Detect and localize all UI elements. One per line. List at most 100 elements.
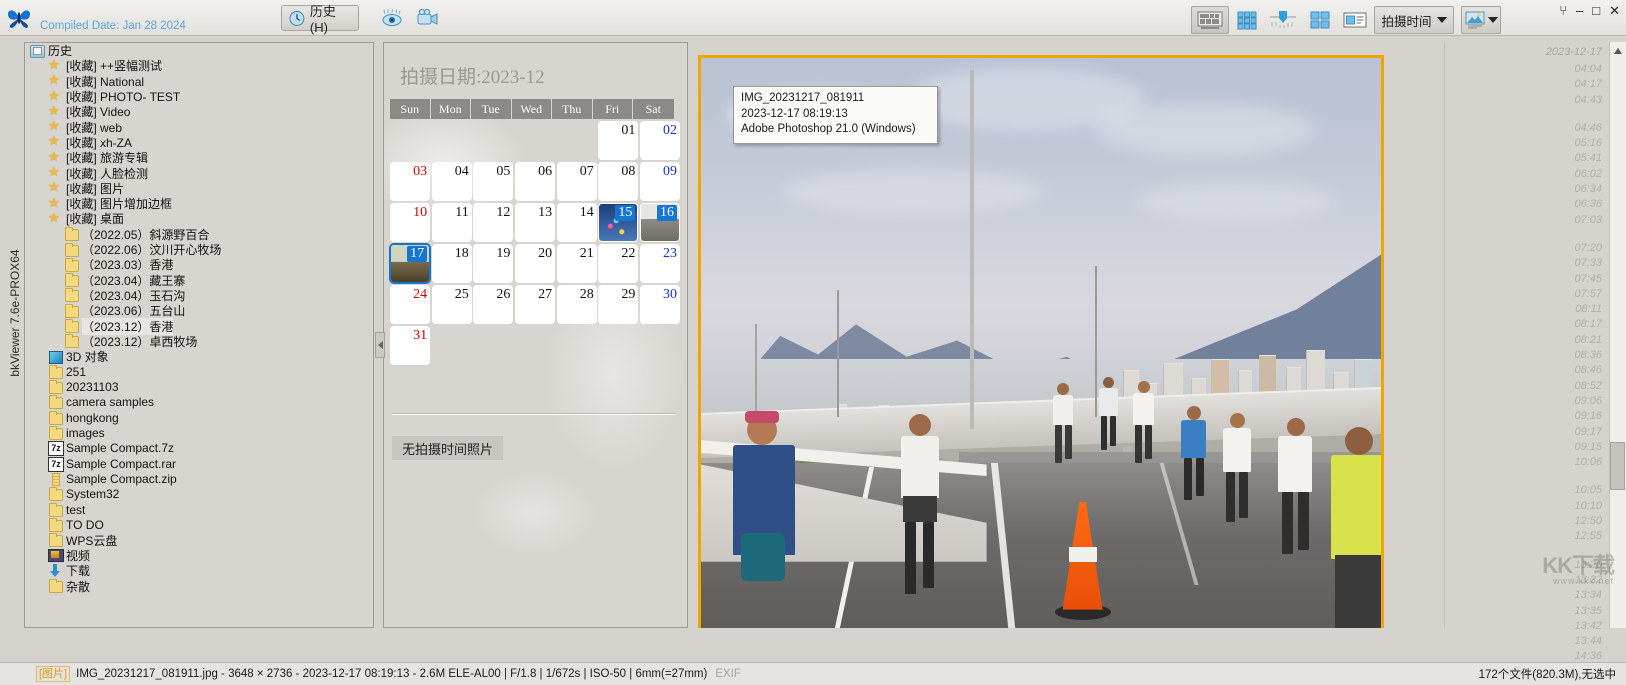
tree-item[interactable]: camera samples <box>25 395 373 410</box>
timeline-entry[interactable]: 07:33 <box>1462 256 1602 271</box>
tree-item[interactable]: [收藏] 旅游专辑 <box>25 149 373 166</box>
calendar-panel[interactable]: 拍摄日期:2023-12 Sun Mon Tue Wed Thu Fri Sat 01 02 0… <box>383 42 688 628</box>
tree-item[interactable]: 251 <box>25 364 373 379</box>
tree-item[interactable]: Sample Compact.rar <box>25 456 373 472</box>
timeline-entry[interactable]: 07:20 <box>1462 241 1602 256</box>
exif-button[interactable]: EXIF <box>715 668 741 680</box>
timeline-entry[interactable]: 08:52 <box>1462 379 1602 394</box>
grid-view-button[interactable] <box>1232 6 1262 34</box>
timeline-entry[interactable]: 07:57 <box>1462 287 1602 302</box>
timeline-entry[interactable]: 05:41 <box>1462 151 1602 166</box>
timeline-entry[interactable]: 08:11 <box>1462 302 1602 317</box>
calendar-day-cell[interactable]: 04 <box>431 162 472 201</box>
history-button[interactable]: 历史(H) <box>281 4 359 35</box>
tree-item[interactable]: [收藏] 图片 <box>25 179 373 196</box>
calendar-day-cell[interactable]: 06 <box>514 162 556 201</box>
tree-item[interactable]: [收藏] web <box>25 118 373 135</box>
view-dropdown[interactable] <box>1461 6 1501 34</box>
panel-collapse-handle[interactable] <box>375 332 385 358</box>
tree-item[interactable]: [收藏] xh-ZA <box>25 133 373 150</box>
timeline-entry[interactable]: 12:50 <box>1462 514 1602 529</box>
timeline-entry[interactable]: 05:16 <box>1462 136 1602 151</box>
tree-item[interactable]: （2023.06）五台山 <box>25 303 373 318</box>
scroll-up-arrow-icon[interactable] <box>1610 43 1625 58</box>
calendar-day-cell[interactable]: 27 <box>514 285 556 324</box>
tree-item[interactable]: （2023.04）玉石沟 <box>25 288 373 303</box>
calendar-day-cell[interactable]: 14 <box>556 203 597 242</box>
timeline-entry[interactable]: 09:17 <box>1462 425 1602 440</box>
sort-dropdown[interactable]: 拍摄时间 <box>1374 6 1454 34</box>
tree-item[interactable]: System32 <box>25 487 373 502</box>
tree-item[interactable]: 20231103 <box>25 380 373 395</box>
calendar-day-cell[interactable]: 31 <box>390 326 431 365</box>
tree-item[interactable]: [收藏] Video <box>25 103 373 120</box>
maximize-button[interactable]: □ <box>1592 4 1600 17</box>
tree-item[interactable]: （2023.04）藏王寨 <box>25 272 373 288</box>
calendar-day-cell[interactable]: 12 <box>473 203 514 242</box>
timeline-entry[interactable]: 10:05 <box>1462 483 1602 498</box>
tree-item[interactable]: Sample Compact.7z <box>25 441 373 457</box>
tree-item[interactable]: WPS云盘 <box>25 533 373 548</box>
no-shoot-time-button[interactable]: 无拍摄时间照片 <box>392 436 504 460</box>
detail-view-button[interactable] <box>1339 6 1371 34</box>
timeline-entry[interactable]: 06:02 <box>1462 167 1602 182</box>
timeline-entry[interactable]: 08:21 <box>1462 333 1602 348</box>
video-button[interactable] <box>413 5 443 31</box>
tree-item[interactable]: [收藏] 图片增加边框 <box>25 195 373 212</box>
minimize-button[interactable]: – <box>1576 4 1583 17</box>
calendar-day-cell[interactable]: 01 <box>598 121 639 160</box>
calendar-day-cell[interactable]: 09 <box>639 162 680 201</box>
timeline-entry[interactable]: 04:43 <box>1462 93 1602 108</box>
tree-item[interactable]: 3D 对象 <box>25 349 373 364</box>
eye-preview-button[interactable] <box>377 5 407 31</box>
tree-item[interactable]: 杂散 <box>25 578 373 594</box>
calendar-day-cell[interactable]: 25 <box>431 285 472 324</box>
tree-item[interactable]: [收藏] 桌面 <box>25 210 373 227</box>
timeline-entry[interactable]: 13:34 <box>1462 588 1602 603</box>
timeline-entry[interactable]: 08:17 <box>1462 317 1602 332</box>
calendar-day-cell[interactable]: 02 <box>639 121 680 160</box>
close-button[interactable]: ✕ <box>1609 4 1620 17</box>
tree-item[interactable]: [收藏] PHOTO- TEST <box>25 88 373 105</box>
timeline-entry[interactable]: 10:06 <box>1462 455 1602 470</box>
calendar-day-cell[interactable]: 08 <box>598 162 639 201</box>
tree-item[interactable]: 下载 <box>25 563 373 578</box>
large-thumb-view-button[interactable] <box>1305 6 1335 34</box>
timeline-entry[interactable]: 06:36 <box>1462 197 1602 212</box>
calendar-weeks[interactable]: 01 02 03 04 05 06 07 08 09 10 11 12 13 14 15 16 17 18 19 20… <box>388 121 680 365</box>
timeline-entry[interactable]: 13:44 <box>1462 634 1602 649</box>
calendar-day-cell[interactable]: 07 <box>556 162 597 201</box>
timeline-entry[interactable]: 08:36 <box>1462 348 1602 363</box>
scrollbar-thumb[interactable] <box>1610 442 1625 490</box>
calendar-day-cell[interactable]: 16 <box>639 203 680 242</box>
timeline-entry[interactable]: 09:15 <box>1462 440 1602 455</box>
calendar-day-cell[interactable]: 18 <box>431 244 472 283</box>
timeline-panel[interactable]: 2023-12-17 04:04 04:17 04:43 04:46 05:16 05:4… <box>1444 42 1626 662</box>
tree-item[interactable]: （2022.05）斜源野百合 <box>25 227 373 242</box>
timeline-entry[interactable]: 04:04 <box>1462 62 1602 77</box>
calendar-day-cell[interactable]: 19 <box>473 244 514 283</box>
calendar-day-cell[interactable]: 10 <box>390 203 431 242</box>
calendar-day-cell[interactable]: 29 <box>598 285 639 324</box>
tree-item[interactable]: hongkong <box>25 410 373 425</box>
timeline-entry[interactable]: 07:45 <box>1462 272 1602 287</box>
tree-item[interactable]: （2022.06）汶川开心牧场 <box>25 242 373 257</box>
calendar-day-cell[interactable]: 28 <box>556 285 597 324</box>
calendar-day-cell[interactable]: 22 <box>598 244 639 283</box>
filmstrip-view-button[interactable] <box>1191 6 1229 34</box>
calendar-day-cell[interactable]: 13 <box>514 203 556 242</box>
timeline-entry[interactable]: 06:34 <box>1462 182 1602 197</box>
timeline-entry[interactable]: 13:42 <box>1462 619 1602 634</box>
timeline-entry[interactable]: 08:46 <box>1462 363 1602 378</box>
calendar-day-cell[interactable]: 15 <box>598 203 639 242</box>
tree-item[interactable]: 视频 <box>25 548 373 563</box>
tree-item[interactable]: （2023.12）卓西牧场 <box>25 334 373 349</box>
tree-item[interactable]: （2023.12）香港 <box>25 317 373 335</box>
calendar-day-cell[interactable]: 21 <box>556 244 597 283</box>
timeline-entry[interactable]: 12:55 <box>1462 529 1602 544</box>
calendar-day-cell[interactable]: 30 <box>639 285 680 324</box>
calendar-day-cell[interactable]: 20 <box>514 244 556 283</box>
timeline-entry[interactable]: 13:35 <box>1462 604 1602 619</box>
calendar-day-cell[interactable]: 05 <box>473 162 514 201</box>
folder-tree-panel[interactable]: 历史 [收藏] ++竖幅测试[收藏] National[收藏] PHOTO- T… <box>24 42 374 628</box>
